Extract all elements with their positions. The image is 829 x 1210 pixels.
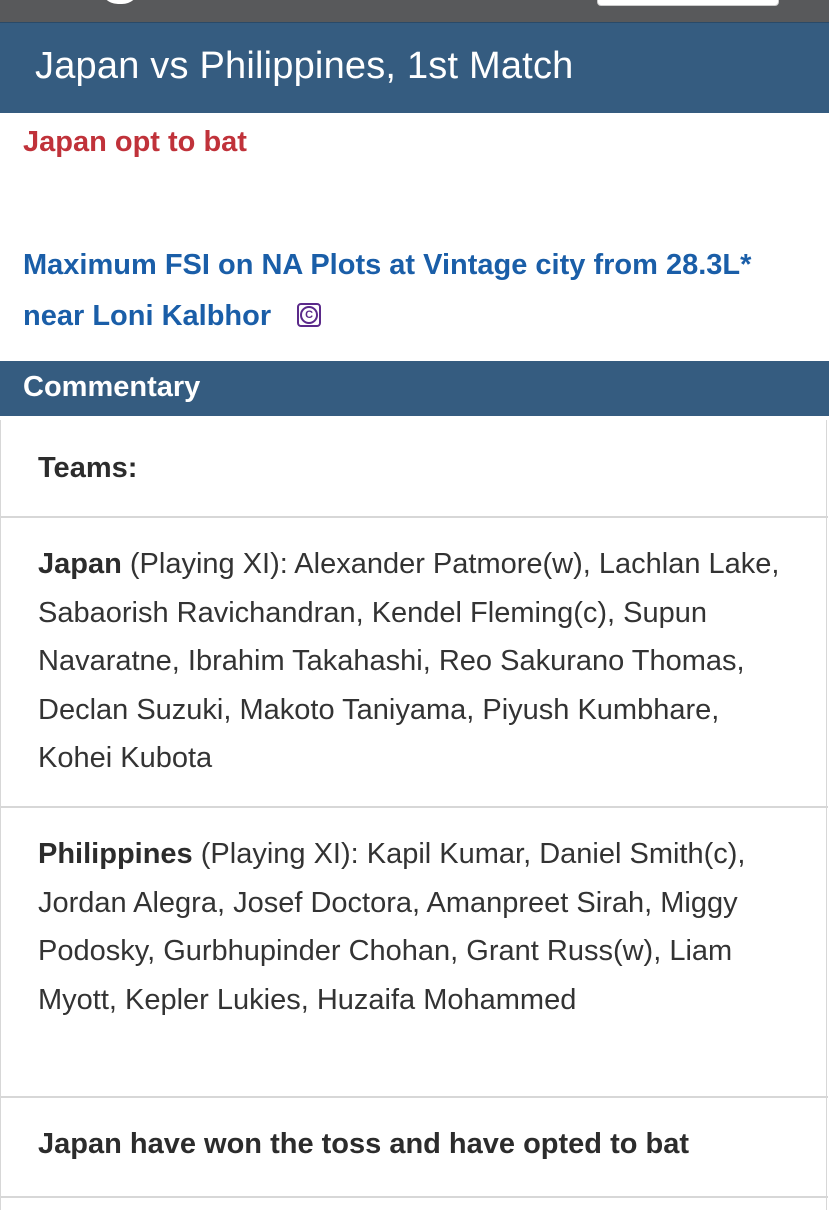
japan-playing-xi-text: (Playing XI): Alexander Patmore(w), Lach… xyxy=(38,548,780,774)
commentary-section-header: Commentary xyxy=(0,361,829,416)
team-name-japan: Japan xyxy=(38,548,122,580)
match-header: Japan vs Philippines, 1st Match xyxy=(0,22,829,113)
team-name-philippines: Philippines xyxy=(38,838,193,870)
commentary-item-philippines-xi: Philippines (Playing XI): Kapil Kumar, D… xyxy=(1,808,828,1098)
commentary-list: Teams: Japan (Playing XI): Alexander Pat… xyxy=(0,420,828,1210)
commentary-item-toss: Japan have won the toss and have opted t… xyxy=(1,1098,828,1198)
match-title: Japan vs Philippines, 1st Match xyxy=(35,45,574,87)
top-navigation-bar xyxy=(0,0,829,22)
section-title: Commentary xyxy=(23,371,201,403)
site-logo[interactable] xyxy=(100,0,140,4)
ad-text[interactable]: Maximum FSI on NA Plots at Vintage city … xyxy=(23,249,751,332)
adchoices-icon[interactable]: C xyxy=(297,303,322,328)
search-input[interactable] xyxy=(597,0,779,6)
commentary-bold-text: Teams: xyxy=(38,452,138,484)
commentary-item-japan-xi: Japan (Playing XI): Alexander Patmore(w)… xyxy=(1,518,828,808)
toss-status-text: Japan opt to bat xyxy=(23,126,247,158)
sponsored-ad-link[interactable]: Maximum FSI on NA Plots at Vintage city … xyxy=(23,240,763,342)
commentary-item-teams: Teams: xyxy=(1,420,828,518)
toss-commentary-text: Japan have won the toss and have opted t… xyxy=(38,1128,689,1160)
